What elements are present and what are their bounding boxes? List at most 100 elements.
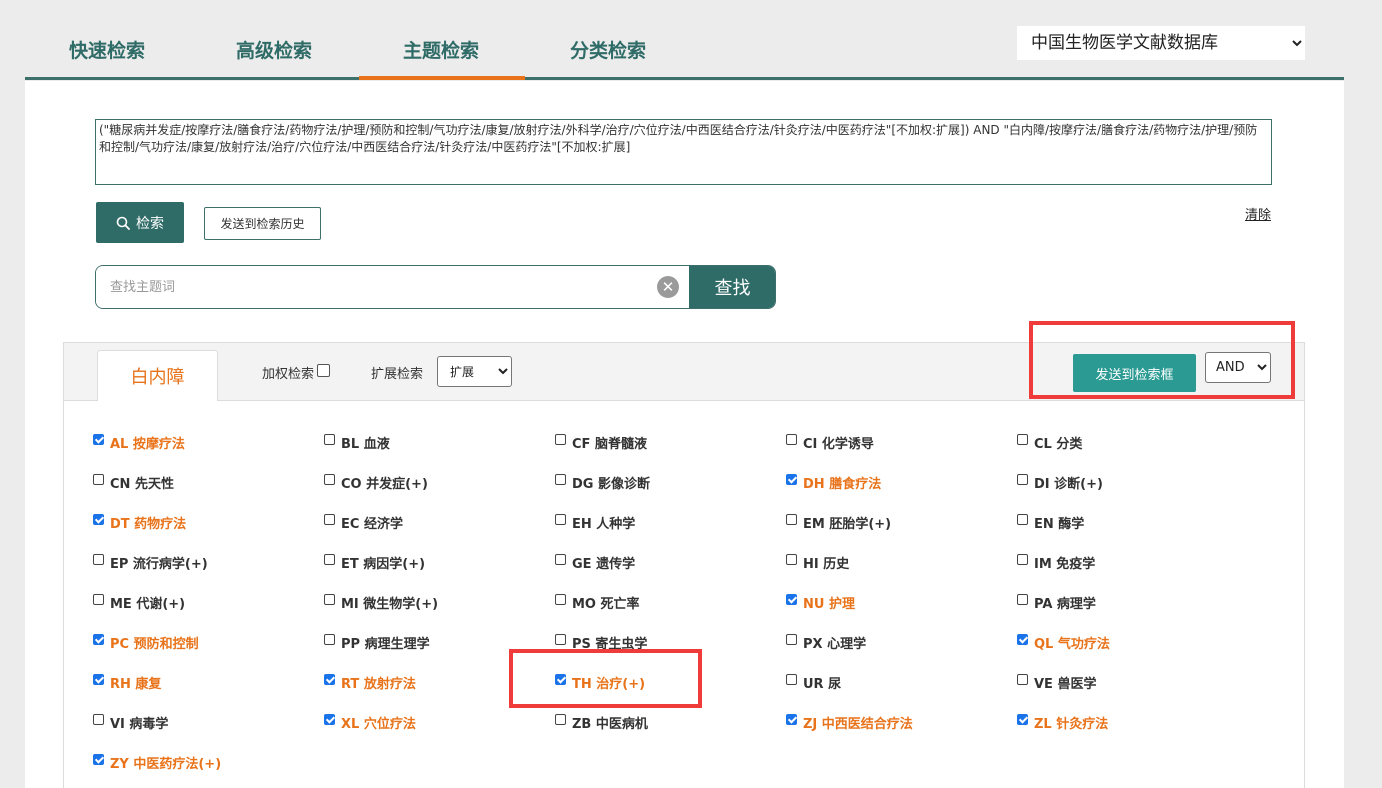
subheading-bl[interactable]: BL 血液 [324,433,390,452]
subheading-checkbox[interactable] [93,554,104,565]
subheading-ec[interactable]: EC 经济学 [324,513,403,532]
subheading-checkbox[interactable] [93,754,104,765]
subheading-checkbox[interactable] [1017,434,1028,445]
subheading-checkbox[interactable] [1017,594,1028,605]
term-search-input[interactable] [96,266,690,308]
subheading-checkbox[interactable] [555,474,566,485]
subheading-checkbox[interactable] [786,474,797,485]
subheading-cf[interactable]: CF 脑脊髓液 [555,433,647,452]
subheading-im[interactable]: IM 免疫学 [1017,553,1095,572]
subheading-vi[interactable]: VI 病毒学 [93,713,168,732]
subheading-ur[interactable]: UR 尿 [786,673,841,692]
subheading-co[interactable]: CO 并发症(+) [324,473,428,492]
subheading-ci[interactable]: CI 化学诱导 [786,433,874,452]
subheading-al[interactable]: AL 按摩疗法 [93,433,185,452]
weighted-search-checkbox[interactable] [317,364,331,377]
subheading-checkbox[interactable] [93,634,104,645]
subheading-ve[interactable]: VE 兽医学 [1017,673,1096,692]
subheading-ps[interactable]: PS 寄生虫学 [555,633,647,652]
subheading-xl[interactable]: XL 穴位疗法 [324,713,416,732]
subheading-checkbox[interactable] [555,674,566,685]
subheading-pa[interactable]: PA 病理学 [1017,593,1096,612]
subheading-pp[interactable]: PP 病理生理学 [324,633,430,652]
subheading-zj[interactable]: ZJ 中西医结合疗法 [786,713,913,732]
subheading-checkbox[interactable] [324,674,335,685]
subheading-dg[interactable]: DG 影像诊断 [555,473,650,492]
subheading-zb[interactable]: ZB 中医病机 [555,713,648,732]
subheading-ge[interactable]: GE 遗传学 [555,553,635,572]
subheading-checkbox[interactable] [324,434,335,445]
tab-classification-search[interactable]: 分类检索 [570,36,646,63]
subheading-dt[interactable]: DT 药物疗法 [93,513,186,532]
subheading-checkbox[interactable] [93,674,104,685]
subheading-checkbox[interactable] [555,514,566,525]
subheading-zl[interactable]: ZL 针灸疗法 [1017,713,1108,732]
subheading-checkbox[interactable] [1017,554,1028,565]
subheading-th[interactable]: TH 治疗(+) [555,673,645,692]
subheading-rt[interactable]: RT 放射疗法 [324,673,416,692]
subheading-mi[interactable]: MI 微生物学(+) [324,593,438,612]
subheading-em[interactable]: EM 胚胎学(+) [786,513,891,532]
subheading-checkbox[interactable] [555,594,566,605]
subheading-checkbox[interactable] [786,594,797,605]
query-textarea[interactable]: ("糖尿病并发症/按摩疗法/膳食疗法/药物疗法/护理/预防和控制/气功疗法/康复… [95,119,1272,185]
subheading-cn[interactable]: CN 先天性 [93,473,174,492]
subheading-rh[interactable]: RH 康复 [93,673,161,692]
subheading-zy[interactable]: ZY 中医药疗法(+) [93,753,221,772]
tab-subject-search[interactable]: 主题检索 [403,36,479,63]
subheading-eh[interactable]: EH 人种学 [555,513,635,532]
subheading-checkbox[interactable] [324,474,335,485]
subheading-checkbox[interactable] [93,474,104,485]
clear-link[interactable]: 清除 [1245,204,1271,223]
subheading-checkbox[interactable] [786,674,797,685]
subheading-checkbox[interactable] [93,594,104,605]
subheading-checkbox[interactable] [555,434,566,445]
subheading-checkbox[interactable] [555,634,566,645]
operator-select[interactable]: AND [1205,352,1271,383]
subheading-checkbox[interactable] [93,514,104,525]
weighted-search-option[interactable]: 加权检索 [262,363,331,382]
subheading-en[interactable]: EN 酶学 [1017,513,1084,532]
subheading-checkbox[interactable] [93,434,104,445]
subheading-checkbox[interactable] [1017,474,1028,485]
subheading-checkbox[interactable] [555,554,566,565]
subheading-checkbox[interactable] [324,634,335,645]
subheading-ep[interactable]: EP 流行病学(+) [93,553,208,572]
subheading-checkbox[interactable] [786,514,797,525]
database-select[interactable]: 中国生物医学文献数据库 [1017,26,1305,60]
subheading-checkbox[interactable] [786,554,797,565]
subheading-pc[interactable]: PC 预防和控制 [93,633,199,652]
subheading-et[interactable]: ET 病因学(+) [324,553,425,572]
subheading-checkbox[interactable] [1017,634,1028,645]
tab-quick-search[interactable]: 快速检索 [69,36,145,63]
clear-input-icon[interactable]: ✕ [657,276,679,298]
subheading-mo[interactable]: MO 死亡率 [555,593,640,612]
subheading-checkbox[interactable] [786,634,797,645]
subheading-checkbox[interactable] [1017,674,1028,685]
subheading-di[interactable]: DI 诊断(+) [1017,473,1103,492]
search-button[interactable]: 检索 [96,202,184,243]
subheading-hi[interactable]: HI 历史 [786,553,849,572]
subheading-checkbox[interactable] [1017,714,1028,725]
subheading-ql[interactable]: QL 气功疗法 [1017,633,1110,652]
expand-select[interactable]: 扩展 [437,356,512,387]
tab-advanced-search[interactable]: 高级检索 [236,36,312,63]
subheading-checkbox[interactable] [786,714,797,725]
subheading-checkbox[interactable] [1017,514,1028,525]
subheading-checkbox[interactable] [786,434,797,445]
find-button[interactable]: 查找 [689,266,775,308]
subheading-checkbox[interactable] [555,714,566,725]
subheading-checkbox[interactable] [93,714,104,725]
subheading-me[interactable]: ME 代谢(+) [93,593,185,612]
subheading-px[interactable]: PX 心理学 [786,633,866,652]
subheading-checkbox[interactable] [324,594,335,605]
subheading-dh[interactable]: DH 膳食疗法 [786,473,881,492]
subheading-nu[interactable]: NU 护理 [786,593,855,612]
subheading-cl[interactable]: CL 分类 [1017,433,1082,452]
subheading-checkbox[interactable] [324,514,335,525]
subheading-checkbox[interactable] [324,714,335,725]
term-tab[interactable]: 白内障 [97,350,218,401]
subheading-checkbox[interactable] [324,554,335,565]
send-to-history-button[interactable]: 发送到检索历史 [204,207,321,240]
send-to-query-box-button[interactable]: 发送到检索框 [1073,354,1196,392]
